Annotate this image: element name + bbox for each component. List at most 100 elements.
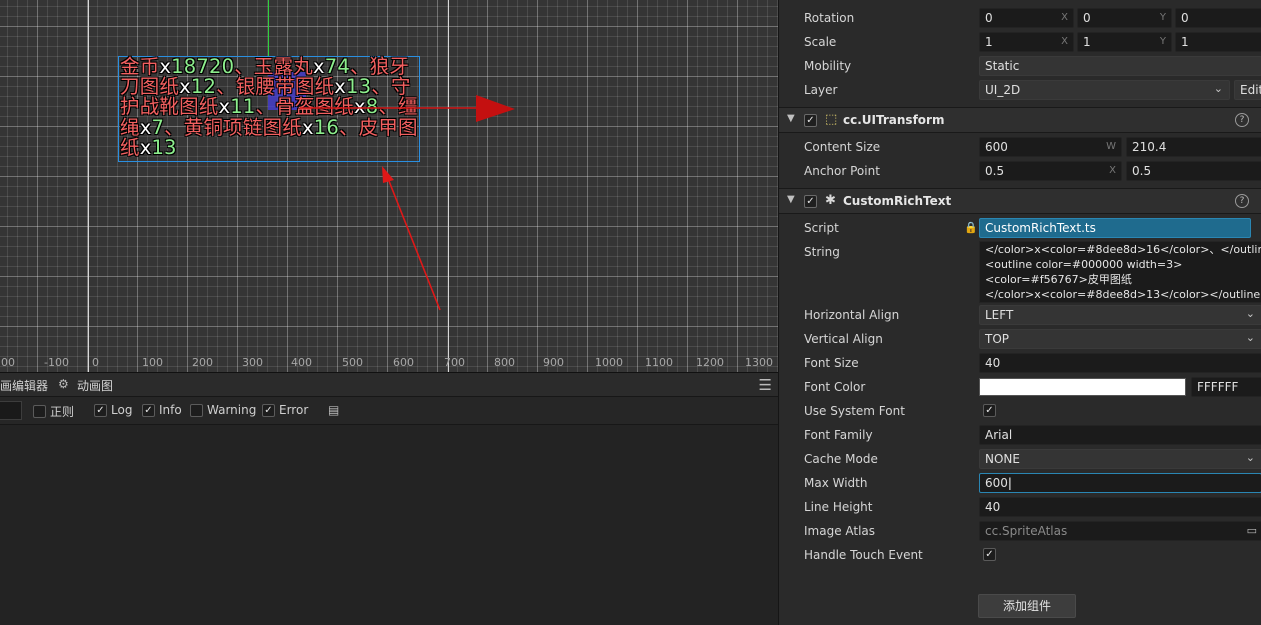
folder-icon: ▭ — [1246, 524, 1257, 537]
editor-root: 金币x18720、玉露丸x74、狼牙刀图纸x12、银腰带图纸x13、守护战靴图纸… — [0, 0, 1261, 625]
log-checkbox[interactable]: ✓ — [94, 403, 107, 417]
string-textarea[interactable]: </color>x<color=#8dee8d>16</color>、</out… — [979, 241, 1261, 303]
horizontal-align-select[interactable]: LEFT ⌄ — [979, 305, 1261, 325]
string-line: <color=#f56767>皮甲图纸 — [985, 273, 1132, 286]
console-search-input[interactable] — [0, 401, 22, 420]
vertical-align-select[interactable]: TOP ⌄ — [979, 329, 1261, 349]
rotation-row: Rotation 0X 0Y 0 — [779, 6, 1261, 30]
help-icon[interactable]: ? — [1235, 194, 1249, 208]
rotation-z-input[interactable]: 0 — [1175, 8, 1261, 28]
chevron-down-icon: ⌄ — [1213, 82, 1223, 95]
tab-animation-editor[interactable]: 画编辑器 — [0, 377, 48, 394]
max-width-row: Max Width 600| — [779, 471, 1261, 495]
horizontal-ruler: 200 -100 0 100 200 300 400 500 600 700 800 900 1000 1… — [0, 352, 778, 372]
warning-checkbox[interactable] — [190, 403, 203, 417]
line-height-row: Line Height 40 — [779, 495, 1261, 519]
clear-log-icon[interactable]: ▤ — [328, 403, 339, 417]
chevron-down-icon: ⌄ — [1245, 307, 1255, 320]
warning-label: Warning — [207, 403, 257, 417]
ruler-tick-label: 200 — [0, 356, 15, 369]
add-component-button[interactable]: 添加组件 — [978, 594, 1076, 618]
anchor-x-input[interactable]: 0.5 X — [979, 161, 1122, 181]
puzzle-piece-icon: ✱ — [825, 193, 836, 208]
error-checkbox[interactable]: ✓ — [262, 403, 275, 417]
chevron-down-icon: ⌄ — [1245, 451, 1255, 464]
anchor-y-input[interactable]: 0.5 — [1126, 161, 1261, 181]
font-size-input[interactable]: 40 — [979, 353, 1261, 373]
ruler-tick-label: 1200 — [696, 356, 724, 369]
font-color-swatch[interactable] — [979, 378, 1186, 396]
anchor-point-row: Anchor Point 0.5 X 0.5 — [779, 159, 1261, 183]
ruler-tick-label: 400 — [291, 356, 312, 369]
customrichtext-enabled-checkbox[interactable]: ✓ — [804, 195, 817, 208]
max-width-input[interactable]: 600| — [979, 473, 1261, 493]
ruler-tick-label: 300 — [242, 356, 263, 369]
handle-touch-event-checkbox[interactable]: ✓ — [983, 548, 996, 561]
chevron-down-icon: ⌄ — [1245, 331, 1255, 344]
font-color-hex-input[interactable]: FFFFFF — [1191, 377, 1261, 397]
scale-y-input[interactable]: 1Y — [1077, 32, 1172, 52]
string-line: </color>x<color=#8dee8d>13</color></outl… — [985, 288, 1261, 301]
vertical-align-label: Vertical Align — [804, 332, 883, 346]
filter-error[interactable]: ✓ Error — [262, 403, 308, 417]
ruler-tick-label: 500 — [342, 356, 363, 369]
script-asset-field[interactable]: CustomRichText.ts — [979, 218, 1251, 238]
script-label: Script — [804, 221, 839, 235]
content-size-height-input[interactable]: 210.4 — [1126, 137, 1261, 157]
layer-select[interactable]: UI_2D ⌄ — [979, 80, 1230, 100]
mobility-select[interactable]: Static — [979, 56, 1261, 76]
font-family-input[interactable]: Arial — [979, 425, 1261, 445]
line-height-input[interactable]: 40 — [979, 497, 1261, 517]
collapse-arrow-icon[interactable]: ▼ — [787, 113, 795, 124]
filter-info[interactable]: ✓ Info — [142, 403, 182, 417]
help-icon[interactable]: ? — [1235, 113, 1249, 127]
scale-z-input[interactable]: 1 — [1175, 32, 1261, 52]
rotation-x-input[interactable]: 0X — [979, 8, 1074, 28]
horizontal-align-label: Horizontal Align — [804, 308, 900, 322]
regex-label: 正则 — [50, 405, 75, 419]
cache-mode-select[interactable]: NONE ⌄ — [979, 449, 1261, 469]
info-checkbox[interactable]: ✓ — [142, 403, 155, 417]
regex-checkbox[interactable] — [33, 405, 46, 418]
font-size-row: Font Size 40 — [779, 351, 1261, 375]
ruler-tick-label: 1300 — [745, 356, 773, 369]
filter-log[interactable]: ✓ Log — [94, 403, 132, 417]
use-system-font-checkbox[interactable]: ✓ — [983, 404, 996, 417]
collapse-arrow-icon[interactable]: ▼ — [787, 194, 795, 205]
scale-row: Scale 1X 1Y 1 — [779, 30, 1261, 54]
layer-edit-button[interactable]: Edit — [1234, 80, 1261, 100]
ruler-tick-label: 1100 — [645, 356, 673, 369]
more-icon[interactable]: ⋮ — [1256, 112, 1261, 126]
mobility-label: Mobility — [804, 59, 852, 73]
content-size-label: Content Size — [804, 140, 881, 154]
string-line: </color>x<color=#8dee8d>16</color>、</out… — [985, 243, 1261, 256]
ruler-tick-label: 100 — [142, 356, 163, 369]
menu-icon[interactable]: ☰ — [759, 376, 772, 394]
annotation-arrow-line — [386, 175, 441, 311]
more-icon[interactable]: ⋮ — [1256, 193, 1261, 207]
mobility-row: Mobility Static — [779, 54, 1261, 78]
transform-gizmo-overlay — [300, 95, 515, 311]
content-size-width-input[interactable]: 600 W — [979, 137, 1122, 157]
scale-x-input[interactable]: 1X — [979, 32, 1074, 52]
customrichtext-section-header[interactable]: ▼ ✓ ✱ CustomRichText ? ⋮ — [779, 188, 1261, 214]
font-size-label: Font Size — [804, 356, 859, 370]
anchor-point-label: Anchor Point — [804, 164, 880, 178]
tab-animation-graph[interactable]: 动画图 — [77, 377, 113, 394]
filter-warning[interactable]: Warning — [190, 403, 256, 417]
scene-viewport[interactable]: 金币x18720、玉露丸x74、狼牙刀图纸x12、银腰带图纸x13、守护战靴图纸… — [0, 0, 778, 372]
rotation-label: Rotation — [804, 11, 855, 25]
filter-regex[interactable]: 正则 — [33, 403, 74, 420]
cache-mode-label: Cache Mode — [804, 452, 878, 466]
scale-label: Scale — [804, 35, 837, 49]
image-atlas-label: Image Atlas — [804, 524, 876, 538]
image-atlas-field[interactable]: cc.SpriteAtlas ▭ — [979, 521, 1261, 541]
uitransform-title: cc.UITransform — [843, 113, 945, 127]
uitransform-section-header[interactable]: ▼ ✓ ⬚ cc.UITransform ? ⋮ — [779, 107, 1261, 133]
rotation-y-input[interactable]: 0Y — [1077, 8, 1172, 28]
uitransform-enabled-checkbox[interactable]: ✓ — [804, 114, 817, 127]
handle-touch-event-row: Handle Touch Event ✓ — [779, 543, 1261, 567]
ruler-tick-label: 700 — [444, 356, 465, 369]
horizontal-align-row: Horizontal Align LEFT ⌄ — [779, 303, 1261, 327]
line-height-label: Line Height — [804, 500, 873, 514]
